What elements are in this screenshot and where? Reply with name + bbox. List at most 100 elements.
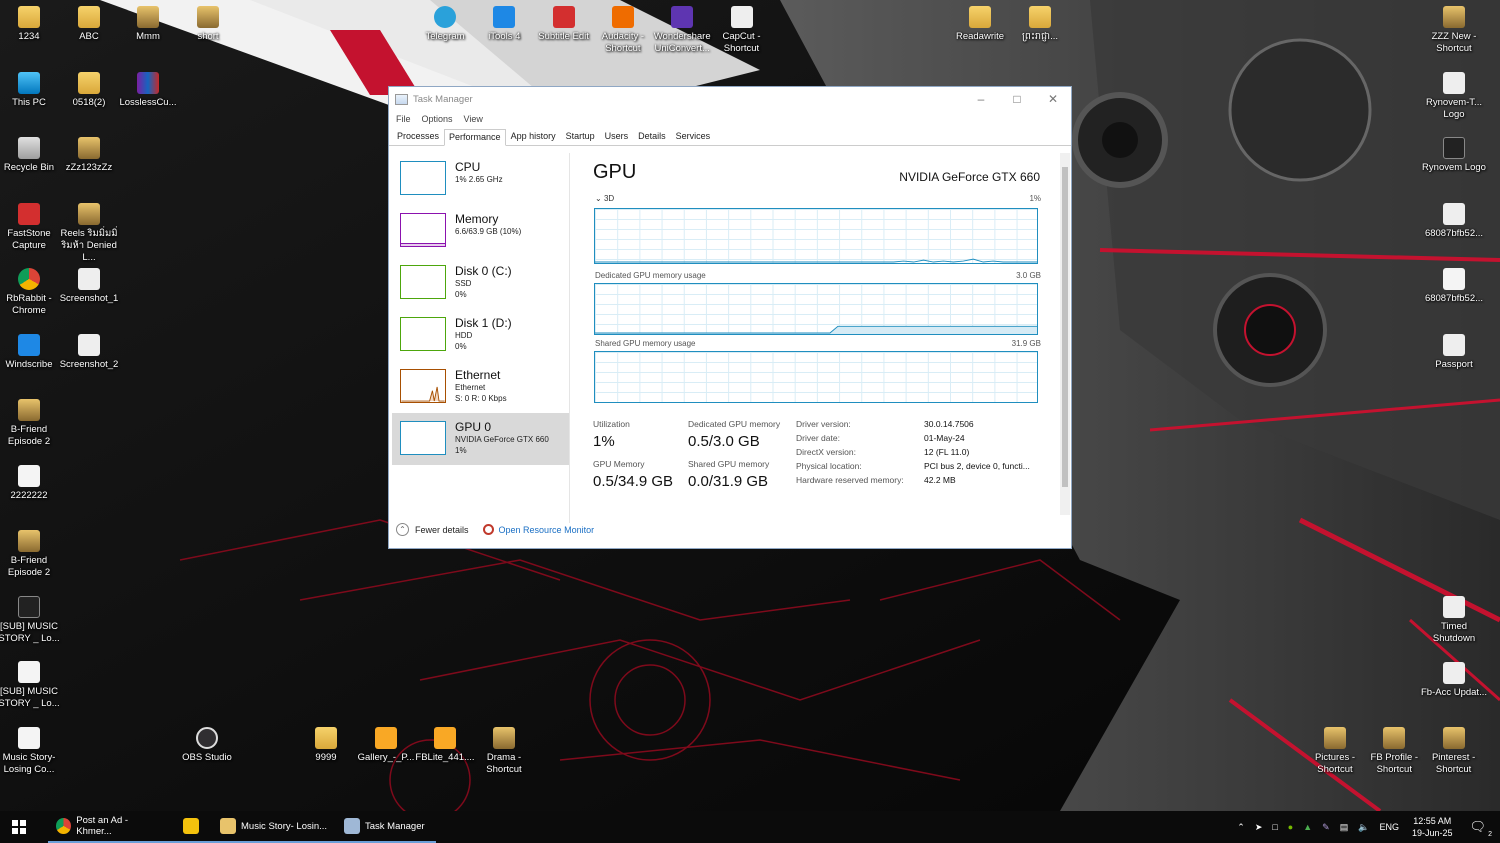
desktop-icon[interactable]: Subtitle Edit [531, 6, 597, 43]
desktop-icon-label: 68087bfb52... [1424, 228, 1484, 239]
desktop-icon[interactable]: Timed Shutdown [1421, 596, 1487, 645]
resource-disk-0[interactable]: Disk 0 (C:) SSD 0% [392, 257, 569, 309]
shared-gpu-memory-value: 0.0/31.9 GB [688, 473, 769, 490]
desktop-icon[interactable]: B-Friend Episode 2 [0, 399, 62, 448]
desktop-icon[interactable]: Wondershare UniConvert... [649, 6, 715, 55]
title-bar[interactable]: Task Manager – □ ✕ [389, 87, 1071, 111]
telegram-tray-icon[interactable]: ➤ [1255, 822, 1263, 833]
network-icon[interactable]: ▤ [1340, 822, 1349, 833]
volume-icon[interactable]: 🔈 [1358, 822, 1369, 833]
desktop-icon[interactable]: Pinterest - Shortcut [1421, 727, 1487, 776]
show-hidden-icons-icon[interactable]: ⌃ [1237, 822, 1245, 833]
resource-ethernet[interactable]: Ethernet Ethernet S: 0 R: 0 Kbps [392, 361, 569, 413]
tab-app-history[interactable]: App history [506, 128, 561, 145]
desktop-icon[interactable]: ZZZ New - Shortcut [1421, 6, 1487, 55]
menu-options[interactable]: Options [422, 114, 453, 124]
desktop-icon[interactable]: Passport [1421, 334, 1487, 371]
desktop-icon[interactable]: Rynovem Logo [1421, 137, 1487, 174]
desktop-icon[interactable]: Reels ริมมิ่มมิ่ริมห้า Denied L... [56, 202, 122, 264]
desktop-icon[interactable]: Gallery_-_P... [353, 727, 419, 764]
shared-memory-graph [594, 351, 1038, 403]
task-manager-window[interactable]: Task Manager – □ ✕ File Options View Pro… [388, 86, 1072, 549]
resource-detail: SSD [455, 279, 472, 288]
notification-center-icon[interactable]: 🗨 2 [1469, 819, 1492, 838]
desktop-icon-label: Timed Shutdown [1432, 621, 1476, 644]
clock[interactable]: 12:55 AM 19-Jun-25 [1412, 815, 1453, 839]
desktop-icon[interactable]: Readawrite [947, 6, 1013, 43]
folder-icon [137, 6, 159, 28]
desktop-icon[interactable]: 0518(2) [56, 71, 122, 109]
desktop-icon[interactable]: Windscribe [0, 333, 62, 371]
desktop-icon[interactable]: 68087bfb52... [1421, 203, 1487, 240]
desktop-icon[interactable]: Recycle Bin [0, 137, 62, 174]
resource-disk-1[interactable]: Disk 1 (D:) HDD 0% [392, 309, 569, 361]
desktop-icon[interactable]: Mmm [115, 6, 181, 43]
desktop-icon[interactable]: 1234 [0, 6, 62, 43]
desktop-icon[interactable]: 2222222 [0, 464, 62, 502]
resource-memory[interactable]: Memory 6.6/63.9 GB (10%) [392, 205, 569, 257]
nvidia-tray-icon[interactable]: ● [1288, 822, 1293, 832]
desktop-icon[interactable]: Rynovem-T... Logo [1421, 72, 1487, 121]
desktop-icon[interactable]: Telegram [412, 6, 478, 43]
clock-time: 12:55 AM [1413, 816, 1452, 826]
desktop-icon[interactable]: FB Profile - Shortcut [1361, 727, 1427, 776]
desktop-icon[interactable]: Drama - Shortcut [471, 727, 537, 776]
maximize-button[interactable]: □ [999, 92, 1035, 106]
desktop-icon[interactable]: FastStone Capture [0, 202, 62, 252]
taskbar-item-task-manager[interactable]: Task Manager [336, 811, 436, 843]
scrollbar-thumb[interactable] [1062, 167, 1068, 487]
desktop-icon[interactable]: iTools 4 [471, 6, 537, 43]
desktop-icon[interactable]: 68087bfb52... [1421, 268, 1487, 305]
desktop-icon[interactable]: 9999 [293, 727, 359, 764]
taskbar-item-app[interactable] [170, 811, 212, 843]
gpu-thumbnail-graph [400, 421, 446, 455]
pen-tray-icon[interactable]: ✎ [1322, 822, 1330, 833]
tray-app-icon[interactable]: □ [1272, 822, 1277, 832]
desktop-icon[interactable]: [SUB] MUSIC STORY _ Lo... [0, 661, 62, 710]
tab-startup[interactable]: Startup [561, 128, 600, 145]
engine-selector[interactable]: ⌄ 3D [595, 194, 614, 203]
taskbar-item-explorer[interactable]: Music Story- Losin... [212, 811, 336, 843]
menu-view[interactable]: View [464, 114, 483, 124]
tab-users[interactable]: Users [600, 128, 634, 145]
fewer-details-button[interactable]: ⌃ Fewer details [396, 523, 469, 536]
menu-bar: File Options View [389, 111, 1071, 126]
close-button[interactable]: ✕ [1035, 92, 1071, 106]
gpu-memory-label: GPU Memory [593, 459, 645, 469]
desktop-icon-label: Readawrite [955, 31, 1005, 42]
desktop-icon[interactable]: [SUB] MUSIC STORY _ Lo... [0, 595, 62, 645]
tab-processes[interactable]: Processes [392, 128, 444, 145]
desktop-icon[interactable]: zZz123zZz [56, 137, 122, 174]
taskbar-item-chrome[interactable]: Post an Ad - Khmer... [48, 811, 170, 843]
desktop-icon[interactable]: Fb-Acc Updat... [1421, 662, 1487, 699]
desktop-icon[interactable]: ព្រះរាជ្ញា... [1007, 6, 1073, 43]
start-button[interactable] [0, 811, 38, 843]
desktop-icon[interactable]: Pictures - Shortcut [1302, 727, 1368, 776]
desktop-icon[interactable]: ABC [56, 6, 122, 43]
desktop-icon[interactable]: Screenshot_2 [56, 333, 122, 371]
recycle-bin-icon [18, 137, 40, 159]
desktop-icon[interactable]: short [175, 6, 241, 43]
resource-gpu-0[interactable]: GPU 0 NVIDIA GeForce GTX 660 1% [392, 413, 569, 465]
tab-services[interactable]: Services [671, 128, 716, 145]
scrollbar[interactable] [1060, 153, 1070, 515]
resource-cpu[interactable]: CPU 1% 2.65 GHz [392, 153, 569, 205]
desktop-icon[interactable]: CapCut - Shortcut [709, 6, 775, 55]
minimize-button[interactable]: – [963, 92, 999, 106]
desktop-icon[interactable]: FBLite_441.... [412, 727, 478, 764]
open-resource-monitor-link[interactable]: Open Resource Monitor [482, 524, 594, 535]
menu-file[interactable]: File [396, 114, 411, 124]
desktop-icon[interactable]: LosslessCu... [115, 71, 181, 109]
tab-details[interactable]: Details [633, 128, 671, 145]
taskbar-item-label: Task Manager [365, 820, 425, 832]
desktop-icon[interactable]: This PC [0, 71, 62, 109]
tab-performance[interactable]: Performance [444, 129, 506, 146]
sync-tray-icon[interactable]: ▲ [1303, 822, 1312, 832]
desktop-icon[interactable]: Music Story- Losing Co... [0, 726, 62, 776]
desktop-icon[interactable]: Screenshot_1 [56, 268, 122, 305]
desktop-icon[interactable]: OBS Studio [174, 727, 240, 764]
desktop-icon[interactable]: RbRabbit - Chrome [0, 268, 62, 317]
desktop-icon[interactable]: Audacity - Shortcut [590, 6, 656, 55]
language-indicator[interactable]: ENG [1379, 822, 1399, 832]
desktop-icon[interactable]: B-Friend Episode 2 [0, 530, 62, 579]
